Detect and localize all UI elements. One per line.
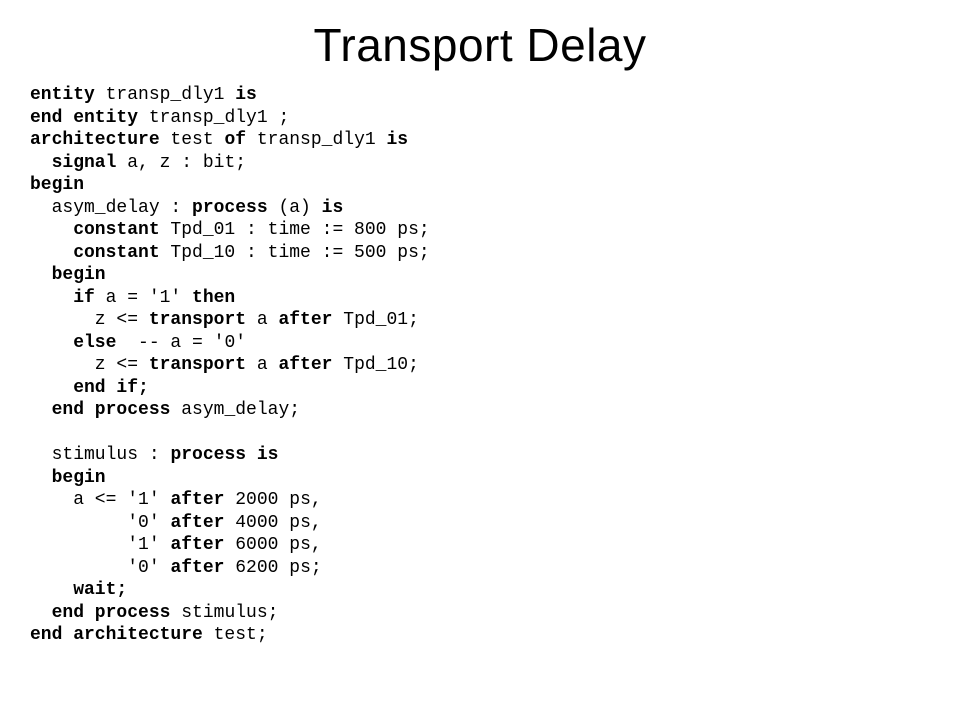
- kw-entity: entity: [30, 85, 95, 105]
- code-text: stimulus :: [30, 445, 170, 465]
- kw-constant: constant: [30, 220, 160, 240]
- kw-else: else: [30, 333, 116, 353]
- kw-after: after: [170, 558, 224, 578]
- kw-then: then: [192, 288, 235, 308]
- kw-end-if: end if;: [30, 378, 149, 398]
- code-text: '0': [30, 513, 170, 533]
- kw-begin: begin: [30, 265, 106, 285]
- code-text: z <=: [30, 355, 149, 375]
- code-text: 2000 ps,: [224, 490, 321, 510]
- code-text: a <= '1': [30, 490, 170, 510]
- kw-signal: signal: [30, 153, 116, 173]
- kw-process-is: process is: [170, 445, 278, 465]
- code-text: test;: [203, 625, 268, 645]
- code-text: 6200 ps;: [224, 558, 321, 578]
- kw-wait: wait;: [30, 580, 127, 600]
- kw-end-entity: end entity: [30, 108, 138, 128]
- kw-is: is: [322, 198, 344, 218]
- kw-transport: transport: [149, 355, 246, 375]
- kw-begin: begin: [30, 468, 106, 488]
- code-text: '1': [30, 535, 170, 555]
- kw-after: after: [170, 535, 224, 555]
- code-text: (a): [268, 198, 322, 218]
- code-text: Tpd_01;: [332, 310, 418, 330]
- code-text: a, z : bit;: [116, 153, 246, 173]
- code-text: test: [160, 130, 225, 150]
- code-text: Tpd_10;: [332, 355, 418, 375]
- kw-end-architecture: end architecture: [30, 625, 203, 645]
- kw-if: if: [30, 288, 95, 308]
- code-text: Tpd_10 : time := 500 ps;: [160, 243, 430, 263]
- code-text: '0': [30, 558, 170, 578]
- code-comment: -- a = '0': [116, 333, 246, 353]
- code-text: a = '1': [95, 288, 192, 308]
- kw-end-process: end process: [30, 603, 170, 623]
- kw-architecture: architecture: [30, 130, 160, 150]
- slide-title: Transport Delay: [0, 18, 960, 72]
- code-text: 4000 ps,: [224, 513, 321, 533]
- code-text: z <=: [30, 310, 149, 330]
- kw-is: is: [386, 130, 408, 150]
- code-text: transp_dly1: [246, 130, 386, 150]
- code-text: Tpd_01 : time := 800 ps;: [160, 220, 430, 240]
- code-text: transp_dly1: [95, 85, 235, 105]
- kw-after: after: [170, 490, 224, 510]
- code-text: 6000 ps,: [224, 535, 321, 555]
- code-text: a: [246, 310, 278, 330]
- kw-end-process: end process: [30, 400, 170, 420]
- kw-of: of: [224, 130, 246, 150]
- kw-process: process: [192, 198, 268, 218]
- kw-after: after: [170, 513, 224, 533]
- kw-constant: constant: [30, 243, 160, 263]
- kw-begin: begin: [30, 175, 84, 195]
- kw-transport: transport: [149, 310, 246, 330]
- code-text: transp_dly1 ;: [138, 108, 289, 128]
- kw-after: after: [278, 310, 332, 330]
- slide: Transport Delay entity transp_dly1 is en…: [0, 0, 960, 720]
- kw-is: is: [235, 85, 257, 105]
- code-text: stimulus;: [170, 603, 278, 623]
- kw-after: after: [278, 355, 332, 375]
- code-text: asym_delay :: [30, 198, 192, 218]
- code-text: a: [246, 355, 278, 375]
- code-text: asym_delay;: [170, 400, 300, 420]
- code-block: entity transp_dly1 is end entity transp_…: [0, 84, 960, 647]
